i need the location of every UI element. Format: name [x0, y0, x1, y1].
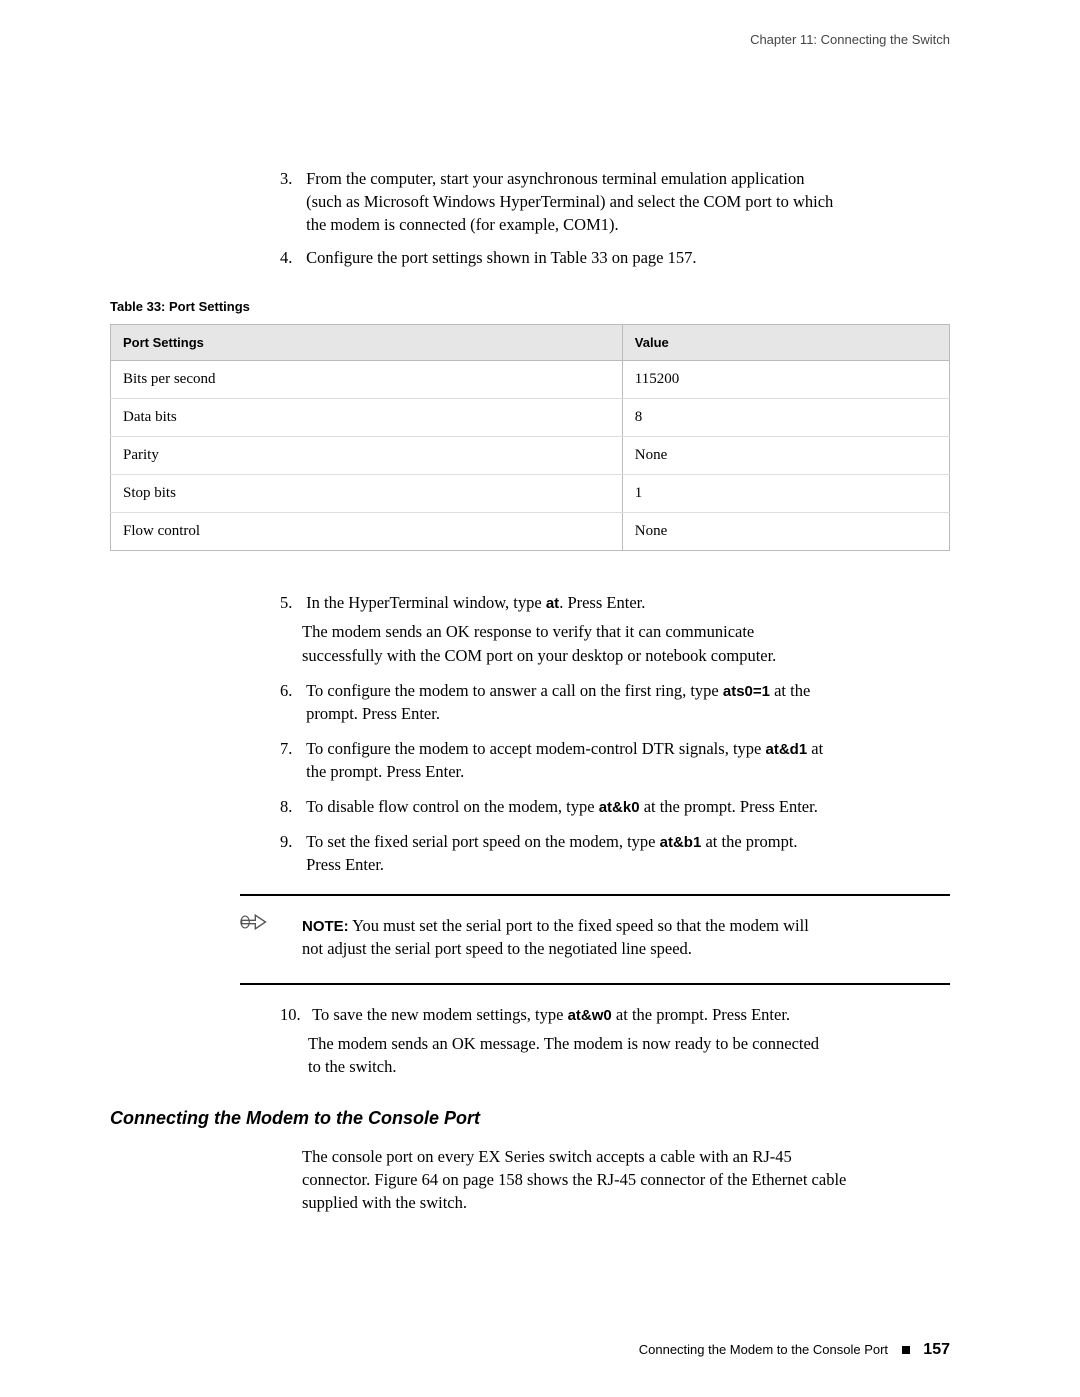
- section-heading: Connecting the Modem to the Console Port: [110, 1108, 950, 1129]
- step-text: From the computer, start your asynchrono…: [306, 167, 836, 236]
- page-number: 157: [923, 1341, 950, 1358]
- port-settings-table: Port Settings Value Bits per second11520…: [110, 324, 950, 551]
- chapter-header: Chapter 11: Connecting the Switch: [110, 32, 950, 47]
- step-9: 9. To set the fixed serial port speed on…: [280, 830, 950, 876]
- text-pre: To configure the modem to accept modem-c…: [306, 739, 765, 758]
- step-number: 8.: [280, 795, 302, 818]
- text-post: at the prompt. Press Enter.: [612, 1005, 790, 1024]
- text-post: . Press Enter.: [559, 593, 645, 612]
- step-4: 4. Configure the port settings shown in …: [280, 246, 950, 269]
- step-10: 10. To save the new modem settings, type…: [280, 1003, 950, 1078]
- table-head-settings: Port Settings: [111, 325, 623, 361]
- step-number: 5.: [280, 591, 302, 614]
- step-number: 6.: [280, 679, 302, 702]
- cell: Stop bits: [111, 475, 623, 513]
- step-text: Configure the port settings shown in Tab…: [306, 246, 836, 269]
- section-body: The console port on every EX Series swit…: [302, 1145, 862, 1214]
- table-row: Stop bits1: [111, 475, 950, 513]
- cell: None: [622, 513, 949, 551]
- square-bullet-icon: [902, 1346, 910, 1354]
- text-pre: To set the fixed serial port speed on th…: [306, 832, 660, 851]
- ordered-steps-end: 10. To save the new modem settings, type…: [280, 1003, 950, 1078]
- command: at&d1: [765, 741, 807, 758]
- cell: Flow control: [111, 513, 623, 551]
- step-text: To configure the modem to accept modem-c…: [306, 737, 836, 783]
- table-row: Data bits8: [111, 399, 950, 437]
- step-text: In the HyperTerminal window, type at. Pr…: [306, 591, 836, 614]
- table-caption: Table 33: Port Settings: [110, 299, 950, 314]
- note-text: NOTE: You must set the serial port to th…: [302, 914, 832, 960]
- text-pre: To save the new modem settings, type: [312, 1005, 567, 1024]
- table-row: ParityNone: [111, 437, 950, 475]
- text-pre: To configure the modem to answer a call …: [306, 681, 723, 700]
- table-row: Bits per second115200: [111, 361, 950, 399]
- cell: None: [622, 437, 949, 475]
- step-sub: The modem sends an OK response to verify…: [302, 620, 832, 666]
- ordered-steps-top: 3. From the computer, start your asynchr…: [280, 167, 950, 269]
- text-post: at the prompt. Press Enter.: [640, 797, 818, 816]
- step-6: 6. To configure the modem to answer a ca…: [280, 679, 950, 725]
- text-pre: To disable flow control on the modem, ty…: [306, 797, 599, 816]
- table-row: Flow controlNone: [111, 513, 950, 551]
- step-number: 9.: [280, 830, 302, 853]
- step-text: To save the new modem settings, type at&…: [312, 1003, 836, 1026]
- command: ats0=1: [723, 683, 770, 700]
- step-text: To set the fixed serial port speed on th…: [306, 830, 836, 876]
- ordered-steps-mid: 5. In the HyperTerminal window, type at.…: [280, 591, 950, 876]
- cell: Data bits: [111, 399, 623, 437]
- step-number: 7.: [280, 737, 302, 760]
- step-5: 5. In the HyperTerminal window, type at.…: [280, 591, 950, 666]
- cell: 115200: [622, 361, 949, 399]
- step-7: 7. To configure the modem to accept mode…: [280, 737, 950, 783]
- step-sub: The modem sends an OK message. The modem…: [308, 1032, 832, 1078]
- page-footer: Connecting the Modem to the Console Port…: [639, 1341, 950, 1359]
- command: at&k0: [599, 799, 640, 816]
- step-text: To disable flow control on the modem, ty…: [306, 795, 836, 818]
- command: at&w0: [568, 1007, 612, 1024]
- step-text: To configure the modem to answer a call …: [306, 679, 836, 725]
- step-number: 10.: [280, 1003, 308, 1026]
- step-number: 4.: [280, 246, 302, 269]
- cell: 8: [622, 399, 949, 437]
- command: at&b1: [660, 834, 702, 851]
- command: at: [546, 595, 559, 612]
- footer-text: Connecting the Modem to the Console Port: [639, 1342, 888, 1357]
- cell: Bits per second: [111, 361, 623, 399]
- step-number: 3.: [280, 167, 302, 190]
- step-8: 8. To disable flow control on the modem,…: [280, 795, 950, 818]
- note-body: You must set the serial port to the fixe…: [302, 916, 809, 958]
- cell: 1: [622, 475, 949, 513]
- note-block: NOTE: You must set the serial port to th…: [240, 894, 950, 984]
- cell: Parity: [111, 437, 623, 475]
- table-head-value: Value: [622, 325, 949, 361]
- hand-pointer-icon: [240, 910, 274, 939]
- note-label: NOTE:: [302, 918, 349, 935]
- text-pre: In the HyperTerminal window, type: [306, 593, 546, 612]
- step-3: 3. From the computer, start your asynchr…: [280, 167, 950, 236]
